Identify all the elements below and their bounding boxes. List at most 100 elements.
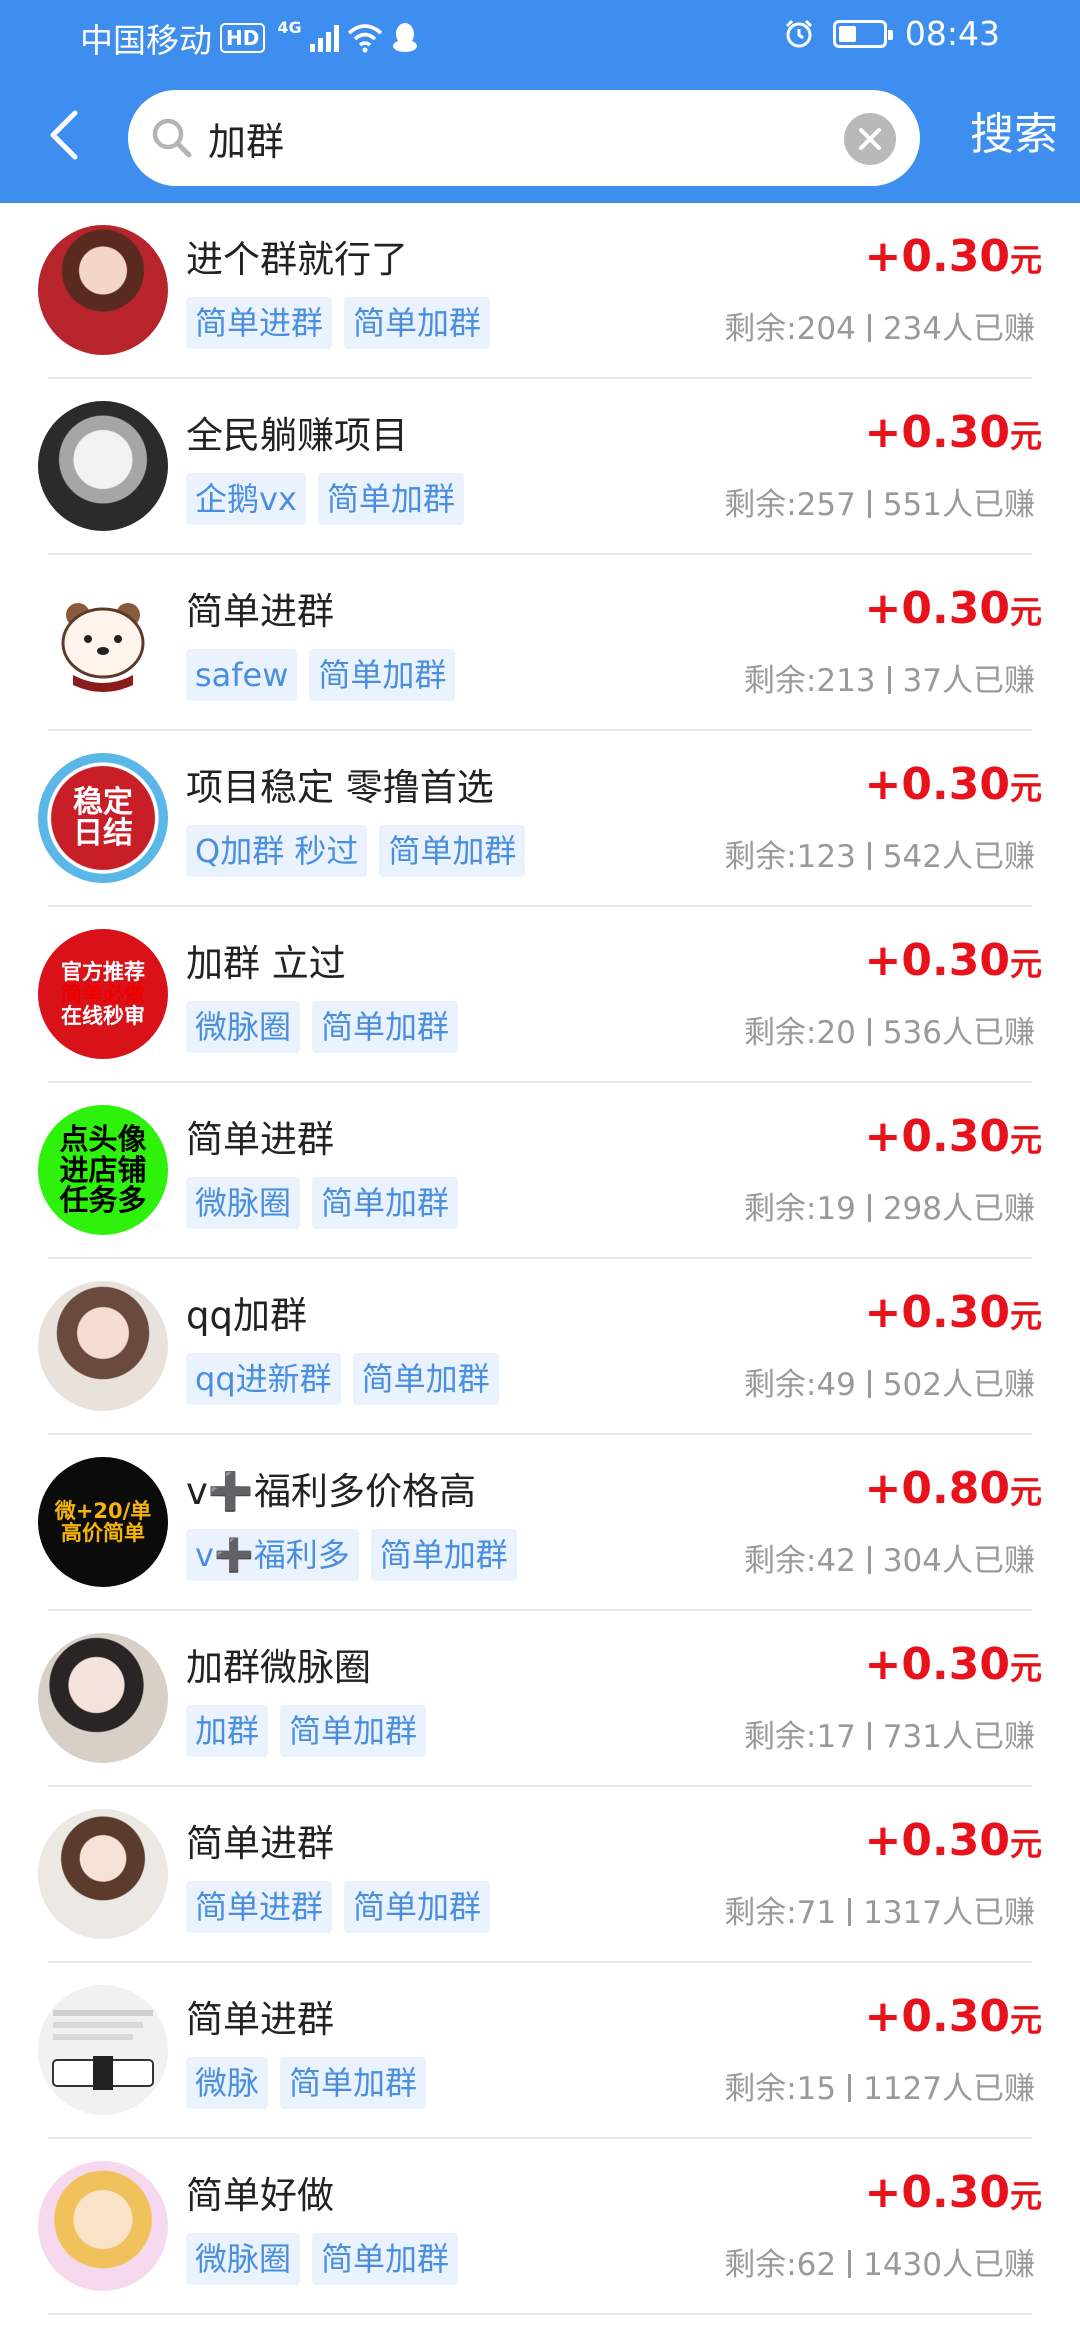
text-badge-avatar: 官方推荐 简单必做 在线秒审 bbox=[38, 929, 168, 1059]
task-tag: 简单加群 bbox=[312, 1177, 459, 1229]
task-list-item[interactable]: 简单好做微脉圈 简单加群 +0.30元 剩余:62 1430人已赚 bbox=[0, 2139, 1080, 2315]
remaining-count: 剩余:15 bbox=[724, 2071, 837, 2107]
task-tags: 简单进群 简单加群 bbox=[186, 1881, 491, 1933]
task-stats: 剩余:15 1127人已赚 bbox=[724, 2063, 1035, 2108]
task-title: 简单进群 bbox=[186, 1118, 334, 1161]
search-input[interactable] bbox=[208, 110, 808, 166]
clear-search-button[interactable] bbox=[844, 113, 896, 165]
stats-divider bbox=[867, 842, 871, 870]
task-stats: 剩余:123 542人已赚 bbox=[724, 831, 1035, 876]
anime-girl-avatar bbox=[38, 2161, 168, 2291]
task-stats: 剩余:257 551人已赚 bbox=[724, 479, 1035, 524]
reward-unit: 元 bbox=[1009, 769, 1042, 807]
search-button[interactable]: 搜索 bbox=[970, 100, 1058, 170]
task-tag: Q加群 秒过 bbox=[186, 825, 368, 877]
task-list-item[interactable]: 简单进群 微脉 简单加群 +0.30元 剩余:15 1127人已赚 bbox=[0, 1963, 1080, 2139]
task-list-item[interactable]: 点头像 进店铺 任务多 简单进群微脉圈 简单加群 +0.30元剩余:19 298人已赚 bbox=[0, 1083, 1080, 1259]
reward-unit: 元 bbox=[1009, 1297, 1042, 1335]
reward-value: +0.30 bbox=[864, 1111, 1010, 1162]
task-title: 简单好做 bbox=[186, 2174, 334, 2217]
task-list-item[interactable]: 进个群就行了 简单进群 简单加群 +0.30元 剩余:204 234人已赚 bbox=[0, 203, 1080, 379]
task-tags: 微脉圈 简单加群 bbox=[186, 2233, 459, 2285]
earned-count: 1430人已赚 bbox=[863, 2247, 1035, 2283]
earned-count: 234人已赚 bbox=[882, 311, 1035, 347]
reward-unit: 元 bbox=[1009, 2177, 1042, 2215]
girl-portrait-avatar bbox=[38, 225, 168, 355]
text-badge-avatar: 点头像 进店铺 任务多 bbox=[38, 1105, 168, 1235]
task-list-item[interactable]: 稳定 日结 项目稳定 零撸首选 Q加群 秒过 简单加群 +0.30元 剩余:123 542人已… bbox=[0, 731, 1080, 907]
task-tags: 微脉圈 简单加群 bbox=[186, 1177, 459, 1229]
task-title: 简单进群 bbox=[186, 590, 334, 633]
girl-portrait-avatar bbox=[38, 1633, 168, 1763]
task-stats: 剩余:204 234人已赚 bbox=[724, 303, 1035, 348]
task-stats: 剩余:71 1317人已赚 bbox=[724, 1887, 1035, 1932]
avatar-text-line: 高价简单 bbox=[61, 1521, 145, 1545]
search-box[interactable] bbox=[128, 90, 920, 186]
back-button[interactable] bbox=[30, 100, 100, 170]
signal-icon bbox=[309, 24, 339, 52]
stats-divider bbox=[848, 1898, 852, 1926]
avatar-text-line: 官方推荐 bbox=[61, 959, 145, 984]
remaining-count: 剩余:62 bbox=[724, 2247, 837, 2283]
task-list-item[interactable]: 全民躺赚项目 企鹅vx 简单加群 +0.30元 剩余:257 551人已赚 bbox=[0, 379, 1080, 555]
task-list-item[interactable]: 简单进群 safew 简单加群 +0.30元 剩余:213 37人已赚 bbox=[0, 555, 1080, 731]
remaining-count: 剩余:42 bbox=[743, 1543, 856, 1579]
task-tag: 简单加群 bbox=[280, 1705, 427, 1757]
remaining-count: 剩余:257 bbox=[724, 487, 856, 523]
task-tag: 微脉圈 bbox=[186, 1001, 301, 1053]
task-list-item[interactable]: 微+20/单 高价简单 v➕福利多价格高 v➕福利多 简单加群 +0.80元 剩余:42 30… bbox=[0, 1435, 1080, 1611]
status-bar: 中国移动 HD 4G 08:43 bbox=[0, 0, 1080, 75]
reward-value: +0.30 bbox=[864, 1287, 1010, 1338]
task-list-item[interactable]: 加群微脉圈 加群 简单加群 +0.30元 剩余:17 731人已赚 bbox=[0, 1611, 1080, 1787]
avatar-text-line: 简单必做 bbox=[61, 981, 145, 1006]
task-tags: 加群 简单加群 bbox=[186, 1705, 427, 1757]
task-list-item[interactable]: 简单进群 简单进群 简单加群 +0.30元 剩余:71 1317人已赚 bbox=[0, 1787, 1080, 1963]
earned-count: 1317人已赚 bbox=[863, 1895, 1035, 1931]
reward-unit: 元 bbox=[1009, 593, 1042, 631]
anime-girl-avatar bbox=[38, 401, 168, 531]
alarm-icon bbox=[785, 19, 812, 47]
stats-divider bbox=[887, 666, 891, 694]
search-icon bbox=[152, 118, 192, 158]
task-title: qq加群 bbox=[186, 1294, 307, 1337]
reward-amount: +0.30元 bbox=[865, 935, 1042, 986]
reward-amount: +0.30元 bbox=[865, 583, 1042, 634]
earned-count: 551人已赚 bbox=[882, 487, 1035, 523]
task-stats: 剩余:19 298人已赚 bbox=[744, 1183, 1035, 1228]
reward-amount: +0.30元 bbox=[865, 407, 1042, 458]
task-tag: qq进新群 bbox=[186, 1353, 341, 1405]
reward-unit: 元 bbox=[1009, 2001, 1042, 2039]
hd-badge: HD bbox=[220, 23, 266, 53]
stats-divider bbox=[867, 1370, 871, 1398]
reward-value: +0.30 bbox=[864, 231, 1010, 282]
stats-divider bbox=[867, 1018, 871, 1046]
task-list-item[interactable]: qq加群 qq进新群 简单加群 +0.30元 剩余:49 502人已赚 bbox=[0, 1259, 1080, 1435]
reward-value: +0.30 bbox=[864, 759, 1010, 810]
task-tag: 微脉圈 bbox=[186, 1177, 301, 1229]
task-tags: 微脉 简单加群 bbox=[186, 2057, 427, 2109]
cartoon-bear-avatar bbox=[38, 577, 168, 707]
reward-amount: +0.30元 bbox=[865, 2167, 1042, 2218]
reward-value: +0.30 bbox=[864, 1639, 1010, 1690]
remaining-count: 剩余:213 bbox=[743, 663, 876, 699]
reward-amount: +0.30元 bbox=[865, 759, 1042, 810]
reward-unit: 元 bbox=[1009, 1121, 1042, 1159]
reward-value: +0.30 bbox=[864, 935, 1010, 986]
clock: 08:43 bbox=[904, 14, 1000, 53]
task-title: 进个群就行了 bbox=[186, 238, 408, 281]
task-stats: 剩余:42 304人已赚 bbox=[744, 1535, 1035, 1580]
task-tag: safew bbox=[186, 649, 298, 701]
task-stats: 剩余:62 1430人已赚 bbox=[724, 2239, 1035, 2284]
earned-count: 1127人已赚 bbox=[863, 2071, 1035, 2107]
remaining-count: 剩余:17 bbox=[743, 1719, 856, 1755]
earned-count: 304人已赚 bbox=[882, 1543, 1035, 1579]
avatar-text-line: 日结 bbox=[73, 816, 133, 851]
task-tags: safew 简单加群 bbox=[186, 649, 456, 701]
remaining-count: 剩余:20 bbox=[743, 1015, 856, 1051]
task-list-item[interactable]: 官方推荐 简单必做 在线秒审 加群 立过 微脉圈 简单加群 +0.30元 剩余:20 536人已… bbox=[0, 907, 1080, 1083]
reward-unit: 元 bbox=[1009, 1825, 1042, 1863]
text-badge-avatar: 微+20/单 高价简单 bbox=[38, 1457, 168, 1587]
task-tag: 加群 bbox=[186, 1705, 269, 1757]
task-tags: 微脉圈 简单加群 bbox=[186, 1001, 459, 1053]
header: 中国移动 HD 4G 08:43 加群 搜索 bbox=[0, 0, 1080, 203]
